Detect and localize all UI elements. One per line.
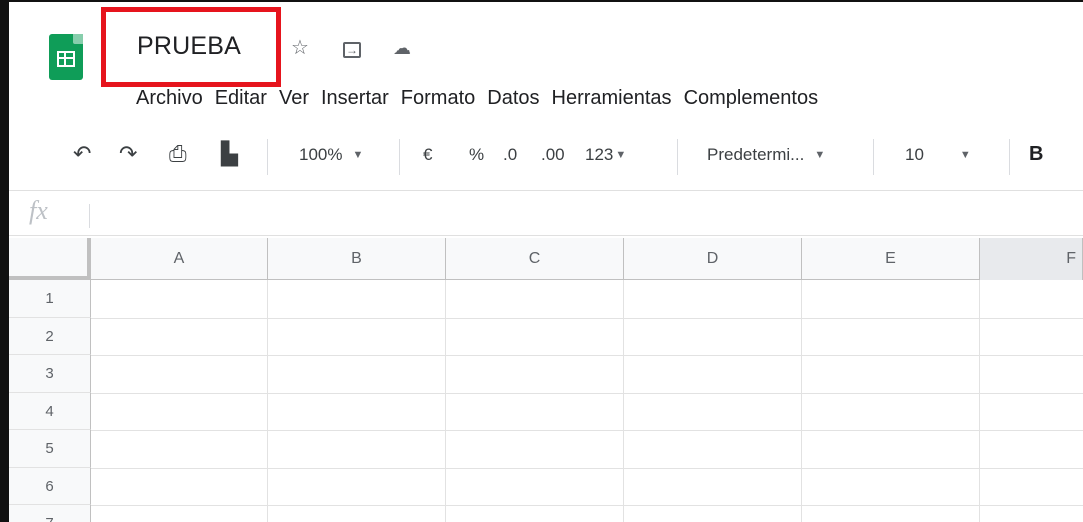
print-icon[interactable]: ⎙ (169, 141, 187, 167)
menu-editar[interactable]: Editar (209, 87, 273, 110)
gridline (91, 393, 1083, 394)
gridline (623, 280, 624, 522)
chevron-down-icon: ▼ (615, 149, 627, 161)
gridline (91, 468, 1083, 469)
undo-icon[interactable]: ↶ (73, 141, 91, 167)
toolbar-divider (1009, 139, 1010, 175)
menu-herramientas[interactable]: Herramientas (546, 87, 678, 110)
menu-bar: Archivo Editar Ver Insertar Formato Dato… (136, 87, 824, 110)
row-header-2[interactable]: 2 (9, 318, 91, 355)
title-highlight-annotation (101, 7, 281, 87)
toolbar: ↶ ↷ ⎙ ▙ 100% ▼ € % .0 .00 123 ▼ Predetermi… (9, 125, 1083, 191)
star-icon[interactable]: ☆ (291, 38, 309, 58)
gridline (445, 280, 446, 522)
more-formats-button[interactable]: 123 ▼ (585, 145, 626, 165)
row-header-4[interactable]: 4 (9, 393, 91, 430)
toolbar-divider (677, 139, 678, 175)
formula-divider (89, 204, 90, 228)
increase-decimals-button[interactable]: .00 (541, 145, 565, 165)
column-header-e[interactable]: E (802, 238, 980, 280)
column-header-row: A B C D E F (9, 238, 1083, 280)
menu-ver[interactable]: Ver (273, 87, 315, 110)
zoom-select[interactable]: 100% ▼ (299, 145, 363, 165)
gridline (801, 280, 802, 522)
formula-input[interactable] (101, 198, 1061, 228)
gridline (91, 355, 1083, 356)
row-header-3[interactable]: 3 (9, 355, 91, 393)
decrease-decimals-button[interactable]: .0 (503, 145, 517, 165)
gridline (267, 280, 268, 522)
percent-format-button[interactable]: % (469, 145, 484, 165)
column-header-f[interactable]: F (980, 238, 1083, 280)
chevron-down-icon: ▼ (814, 149, 826, 161)
menu-formato[interactable]: Formato (395, 87, 481, 110)
toolbar-divider (399, 139, 400, 175)
paint-format-icon[interactable]: ▙ (221, 141, 238, 167)
chevron-down-icon: ▼ (959, 149, 971, 161)
row-header-5[interactable]: 5 (9, 430, 91, 468)
menu-datos[interactable]: Datos (481, 87, 545, 110)
menu-insertar[interactable]: Insertar (315, 87, 395, 110)
spreadsheet-grid[interactable]: A B C D E F 1 2 3 4 5 6 7 (9, 238, 1083, 522)
row-header-6[interactable]: 6 (9, 468, 91, 505)
bold-button[interactable]: B (1029, 143, 1043, 166)
menu-archivo[interactable]: Archivo (136, 87, 209, 110)
row-header-7[interactable]: 7 (9, 505, 91, 522)
gridline (91, 430, 1083, 431)
column-header-c[interactable]: C (446, 238, 624, 280)
app-header: PRUEBA ☆ ☁ Archivo Editar Ver Insertar F… (9, 2, 1083, 122)
column-header-b[interactable]: B (268, 238, 446, 280)
gridline (979, 280, 980, 522)
row-header-1[interactable]: 1 (9, 280, 91, 318)
gridline (91, 318, 1083, 319)
chevron-down-icon: ▼ (352, 149, 364, 161)
move-to-folder-icon[interactable] (343, 40, 361, 60)
cloud-saved-icon[interactable]: ☁ (393, 38, 411, 58)
fx-icon: fx (29, 196, 48, 225)
gridline (91, 505, 1083, 506)
currency-format-button[interactable]: € (423, 145, 432, 165)
toolbar-divider (267, 139, 268, 175)
font-select[interactable]: Predetermi... ▼ (707, 145, 825, 165)
menu-complementos[interactable]: Complementos (678, 87, 825, 110)
select-all-corner[interactable] (9, 238, 91, 280)
toolbar-divider (873, 139, 874, 175)
font-size-select[interactable]: 10 ▼ (905, 145, 971, 165)
formula-bar: fx (9, 192, 1083, 236)
redo-icon[interactable]: ↷ (119, 141, 137, 167)
column-header-d[interactable]: D (624, 238, 802, 280)
column-header-a[interactable]: A (91, 238, 268, 280)
sheets-logo-icon[interactable] (49, 34, 83, 80)
